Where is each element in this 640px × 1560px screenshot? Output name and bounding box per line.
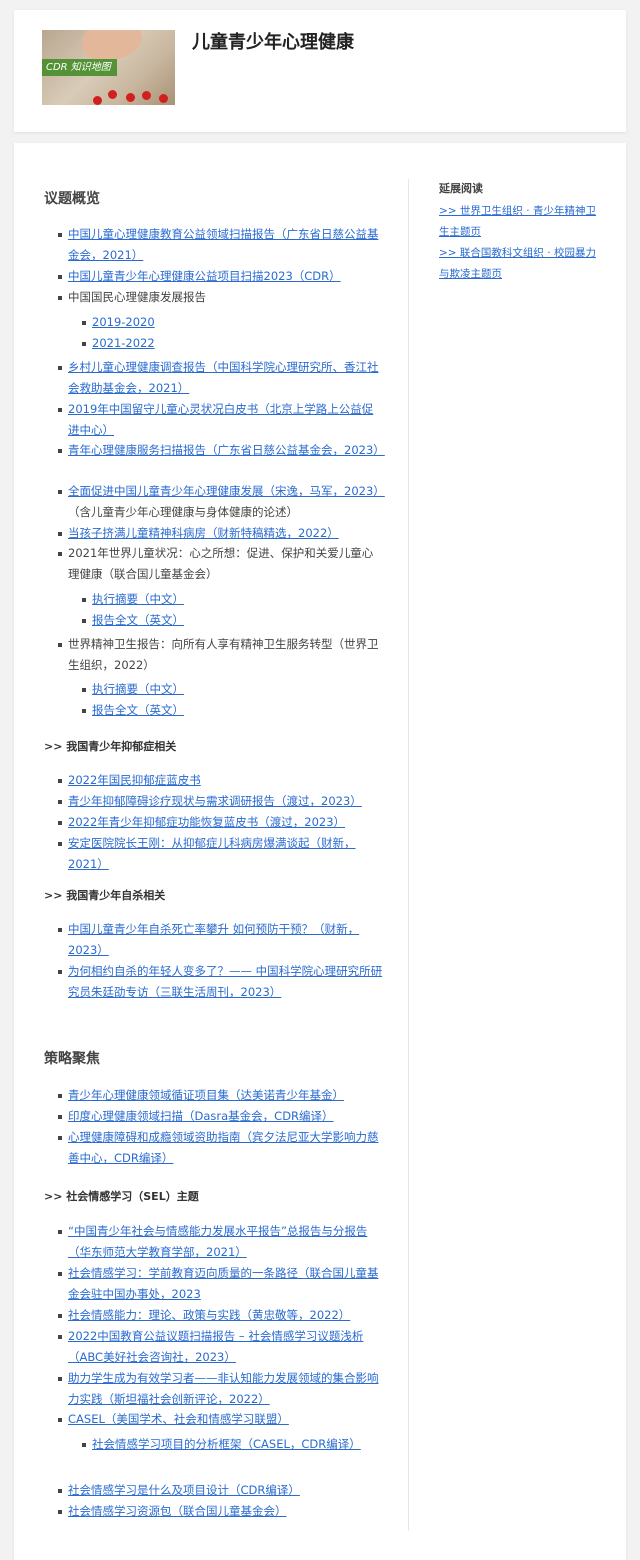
item-link[interactable]: 2022年国民抑郁症蓝皮书 [68,773,201,787]
item-link[interactable]: 社会情感学习项目的分析框架（CASEL，CDR编译） [92,1437,361,1451]
item-link[interactable]: 2019年中国留守儿童心灵状况白皮书（北京上学路上公益促进中心） [68,402,373,437]
list-item[interactable]: 中国儿童心理健康教育公益领域扫描报告（广东省日慈公益基金会，2021） [58,224,383,266]
column-divider [408,179,409,1531]
list-item: 世界精神卫生报告：向所有人享有精神卫生服务转型（世界卫生组织，2022） [58,634,383,676]
sub-list-item[interactable]: 社会情感学习项目的分析框架（CASEL，CDR编译） [82,1434,382,1455]
list-item[interactable]: 2022年青少年抑郁症功能恢复蓝皮书（渡过，2023） [58,812,383,833]
item-link[interactable]: 执行摘要（中文） [92,592,184,606]
item-link[interactable]: 2021-2022 [92,336,155,350]
main-card: 议题概览 中国儿童心理健康教育公益领域扫描报告（广东省日慈公益基金会，2021）… [14,143,626,1560]
item-link[interactable]: 执行摘要（中文） [92,682,184,696]
list-item[interactable]: 当孩子挤满儿童精神科病房（财新特稿精选，2022） [58,523,383,544]
item-note: （含儿童青少年心理健康与身体健康的论述） [68,505,298,519]
pin-marker [108,90,117,99]
sub-list-item[interactable]: 报告全文（英文） [82,610,382,631]
item-link[interactable]: 2019-2020 [92,315,155,329]
item-link[interactable]: 2022中国教育公益议题扫描报告 – 社会情感学习议题浅析（ABC美好社会咨询社… [68,1329,363,1364]
item-link[interactable]: “中国青少年社会与情感能力发展水平报告”总报告与分报告（华东师范大学教育学部，2… [68,1224,367,1259]
item-link[interactable]: 中国儿童心理健康教育公益领域扫描报告（广东省日慈公益基金会，2021） [68,227,379,262]
list-item[interactable]: 社会情感学习资源包（联合国儿童基金会） [58,1501,383,1522]
item-text: 中国国民心理健康发展报告 [68,290,206,304]
pin-marker [142,91,151,100]
list-item[interactable]: 全面促进中国儿童青少年心理健康发展（宋逸，马军，2023） （含儿童青少年心理健康… [58,481,385,523]
item-link[interactable]: 全面促进中国儿童青少年心理健康发展（宋逸，马军，2023） [68,484,385,498]
sub-list-item[interactable]: 2021-2022 [82,333,382,354]
item-link[interactable]: 报告全文（英文） [92,613,184,627]
list-item[interactable]: 心理健康障碍和成瘾领域资助指南（宾夕法尼亚大学影响力慈善中心，CDR编译） [58,1127,383,1169]
sub-list-item[interactable]: 2019-2020 [82,312,382,333]
sel-subtitle: >> 社会情感学习（SEL）主题 [44,1190,199,1203]
item-link[interactable]: 社会情感学习：学前教育迈向质量的一条路径（联合国儿童基金会驻中国办事处，2023 [68,1266,379,1301]
pin-marker [159,94,168,103]
list-item[interactable]: 为何相约自杀的年轻人变多了？—— 中国科学院心理研究所研究员朱廷劭专访（三联生活… [58,961,383,1003]
sidebar: 延展阅读 >> 世界卫生组织 · 青少年精神卫生主题页 >> 联合国教科文组织 … [439,180,599,285]
list-item[interactable]: 乡村儿童心理健康调查报告（中国科学院心理研究所、香江社会救助基金会，2021） [58,357,383,399]
item-link[interactable]: 乡村儿童心理健康调查报告（中国科学院心理研究所、香江社会救助基金会，2021） [68,360,379,395]
item-link[interactable]: 2022年青少年抑郁症功能恢复蓝皮书（渡过，2023） [68,815,345,829]
list-item: 2021年世界儿童状况：心之所想：促进、保护和关爱儿童心理健康（联合国儿童基金会… [58,543,383,585]
list-item[interactable]: 青少年抑郁障碍诊疗现状与需求调研报告（渡过，2023） [58,791,383,812]
item-link[interactable]: 为何相约自杀的年轻人变多了？—— 中国科学院心理研究所研究员朱廷劭专访（三联生活… [68,964,382,999]
sub-list-item[interactable]: 报告全文（英文） [82,700,382,721]
overview-title: 议题概览 [44,191,100,207]
list-item[interactable]: 安定医院院长王刚：从抑郁症儿科病房爆满谈起（财新，2021） [58,833,383,875]
list-item[interactable]: 助力学生成为有效学习者——非认知能力发展领域的集合影响力实践（斯坦福社会创新评论… [58,1368,383,1410]
depression-subtitle: >> 我国青少年抑郁症相关 [44,740,177,753]
item-link[interactable]: 印度心理健康领域扫描（Dasra基金会，CDR编译） [68,1109,334,1123]
list-item[interactable]: 青少年心理健康领域循证项目集（达美诺青少年基金） [58,1085,383,1106]
item-link[interactable]: 心理健康障碍和成瘾领域资助指南（宾夕法尼亚大学影响力慈善中心，CDR编译） [68,1130,379,1165]
pin-marker [126,93,135,102]
list-item[interactable]: CASEL（美国学术、社会和情感学习联盟） [58,1409,383,1430]
topic-thumbnail: CDR 知识地图 [42,30,175,105]
strategy-title: 策略聚焦 [44,1051,100,1067]
list-item[interactable]: 社会情感能力：理论、政策与实践（黄忠敬等，2022） [58,1305,383,1326]
page-title: 儿童青少年心理健康 [192,32,354,53]
list-item[interactable]: 青年心理健康服务扫描报告（广东省日慈公益基金会，2023） [58,440,385,461]
item-link[interactable]: 社会情感学习资源包（联合国儿童基金会） [68,1504,287,1518]
list-item[interactable]: 2022中国教育公益议题扫描报告 – 社会情感学习议题浅析（ABC美好社会咨询社… [58,1326,383,1368]
item-link[interactable]: 助力学生成为有效学习者——非认知能力发展领域的集合影响力实践（斯坦福社会创新评论… [68,1371,379,1406]
list-item[interactable]: 印度心理健康领域扫描（Dasra基金会，CDR编译） [58,1106,383,1127]
item-link[interactable]: 当孩子挤满儿童精神科病房（财新特稿精选，2022） [68,526,339,540]
pin-marker [93,96,102,105]
item-link[interactable]: 中国儿童青少年自杀死亡率攀升 如何预防干预？（财新，2023） [68,922,359,957]
sidebar-link-unesco[interactable]: >> 联合国教科文组织 · 校园暴力与欺凌主题页 [439,243,599,285]
item-link[interactable]: 青年心理健康服务扫描报告（广东省日慈公益基金会，2023） [68,443,385,457]
suicide-subtitle: >> 我国青少年自杀相关 [44,889,166,902]
item-link[interactable]: 安定医院院长王刚：从抑郁症儿科病房爆满谈起（财新，2021） [68,836,356,871]
list-item[interactable]: 社会情感学习：学前教育迈向质量的一条路径（联合国儿童基金会驻中国办事处，2023 [58,1263,383,1305]
thumbnail-tag: CDR 知识地图 [42,59,117,76]
list-item[interactable]: 2022年国民抑郁症蓝皮书 [58,770,383,791]
list-item[interactable]: 2019年中国留守儿童心灵状况白皮书（北京上学路上公益促进中心） [58,399,383,441]
list-item[interactable]: 社会情感学习是什么及项目设计（CDR编译） [58,1480,383,1501]
sub-list-item[interactable]: 执行摘要（中文） [82,679,382,700]
item-link[interactable]: 社会情感能力：理论、政策与实践（黄忠敬等，2022） [68,1308,350,1322]
item-text: 世界精神卫生报告：向所有人享有精神卫生服务转型（世界卫生组织，2022） [68,637,379,672]
item-link[interactable]: 中国儿童青少年心理健康公益项目扫描2023（CDR） [68,269,341,283]
item-link[interactable]: 报告全文（英文） [92,703,184,717]
item-link[interactable]: CASEL（美国学术、社会和情感学习联盟） [68,1412,289,1426]
header-card: CDR 知识地图 儿童青少年心理健康 [14,10,626,132]
list-item[interactable]: 中国儿童青少年心理健康公益项目扫描2023（CDR） [58,266,383,287]
sidebar-link-who[interactable]: >> 世界卫生组织 · 青少年精神卫生主题页 [439,201,599,243]
item-link[interactable]: 青少年心理健康领域循证项目集（达美诺青少年基金） [68,1088,344,1102]
sidebar-title: 延展阅读 [439,182,483,195]
item-link[interactable]: 青少年抑郁障碍诊疗现状与需求调研报告（渡过，2023） [68,794,362,808]
list-item[interactable]: “中国青少年社会与情感能力发展水平报告”总报告与分报告（华东师范大学教育学部，2… [58,1221,383,1263]
list-item: 中国国民心理健康发展报告 [58,287,383,308]
list-item[interactable]: 中国儿童青少年自杀死亡率攀升 如何预防干预？（财新，2023） [58,919,383,961]
sub-list-item[interactable]: 执行摘要（中文） [82,589,382,610]
item-text: 2021年世界儿童状况：心之所想：促进、保护和关爱儿童心理健康（联合国儿童基金会… [68,546,374,581]
item-link[interactable]: 社会情感学习是什么及项目设计（CDR编译） [68,1483,300,1497]
